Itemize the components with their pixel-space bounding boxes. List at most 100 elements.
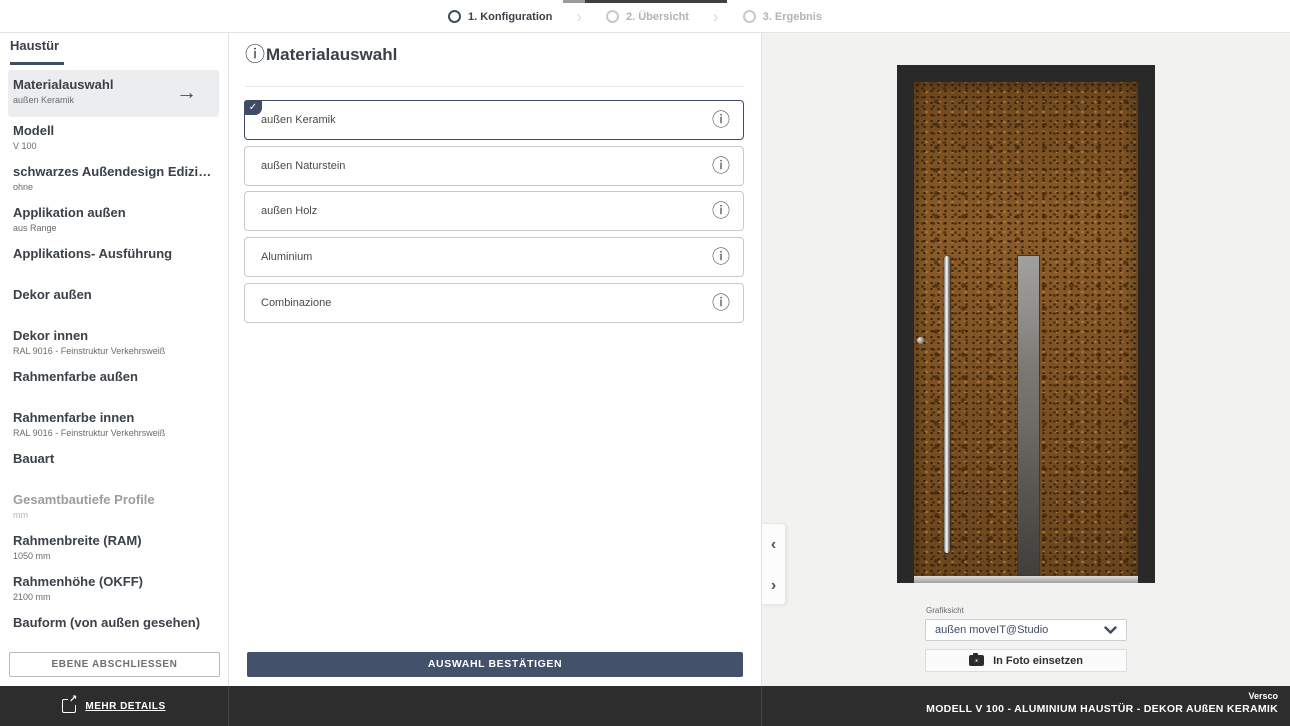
sidebar-item-bauform[interactable]: Bauform (von außen gesehen): [0, 609, 227, 650]
sidebar-item-subtitle: RAL 9016 - Feinstruktur Verkehrsweiß: [13, 428, 217, 438]
option-aussen-keramik[interactable]: ✓ außen Keramik ⓘ: [244, 100, 744, 140]
option-label: Combinazione: [261, 284, 331, 322]
sidebar-item-rahmenhoehe[interactable]: Rahmenhöhe (OKFF) 2100 mm: [0, 568, 227, 609]
material-selection-panel: ⓘ Materialauswahl ✓ außen Keramik ⓘ auße…: [229, 33, 762, 686]
sidebar-item-subtitle: aus Range: [13, 223, 217, 233]
sidebar-item-modell[interactable]: Modell V 100: [0, 117, 227, 158]
door-leaf-rust-surface: [914, 82, 1138, 583]
chevron-right-icon[interactable]: ›: [762, 565, 785, 606]
close-level-button[interactable]: EBENE ABSCHLIESSEN: [9, 652, 220, 677]
step-circle-icon: [606, 10, 619, 23]
sidebar-item-subtitle: mm: [13, 510, 217, 520]
door-lock-pin: [917, 337, 924, 344]
sidebar-item-aussendesign[interactable]: schwarzes Außendesign Edizione N... ohne: [0, 158, 227, 199]
step-label: 1. Konfiguration: [468, 11, 552, 23]
sidebar-item-rahmenfarbe-aussen[interactable]: Rahmenfarbe außen: [0, 363, 227, 404]
insert-into-photo-button[interactable]: In Foto einsetzen: [925, 649, 1127, 672]
info-icon[interactable]: ⓘ: [712, 248, 730, 266]
door-handle-bar: [944, 256, 950, 553]
config-sidebar: Haustür Materialauswahl außen Keramik → …: [0, 33, 229, 686]
bottom-bar-spacer: [229, 686, 762, 726]
option-aussen-holz[interactable]: außen Holz ⓘ: [244, 191, 744, 231]
option-label: außen Holz: [261, 192, 317, 230]
wizard-step-konfiguration[interactable]: 1. Konfiguration: [448, 10, 552, 23]
sidebar-item-title: Applikation außen: [13, 205, 217, 220]
sidebar-item-subtitle: ohne: [13, 182, 217, 192]
sidebar-item-gesamtbautiefe: Gesamtbautiefe Profile mm: [0, 486, 227, 527]
sidebar-item-title: Modell: [13, 123, 217, 138]
sidebar-item-applikation-aussen[interactable]: Applikation außen aus Range: [0, 199, 227, 240]
sidebar-item-title: Rahmenhöhe (OKFF): [13, 574, 217, 589]
sidebar-item-dekor-aussen[interactable]: Dekor außen: [0, 281, 227, 322]
door-preview-image: [897, 65, 1155, 583]
sidebar-item-bauart[interactable]: Bauart: [0, 445, 227, 486]
sidebar-item-subtitle: V 100: [13, 141, 217, 151]
divider: [245, 86, 744, 87]
step-separator-chevron-icon: ›: [576, 7, 582, 27]
tab-underline: [10, 62, 64, 65]
tab-haustuer[interactable]: Haustür: [10, 38, 59, 53]
step-circle-icon: [743, 10, 756, 23]
more-details-button[interactable]: MEHR DETAILS: [0, 686, 229, 726]
external-link-icon: [62, 699, 76, 713]
panel-collapse-control: ‹ ›: [762, 523, 786, 605]
chevron-down-icon: [1104, 626, 1117, 635]
check-icon: ✓: [244, 100, 262, 115]
sidebar-item-title: Bauform (von außen gesehen): [13, 615, 217, 630]
sidebar-item-title: Bauart: [13, 451, 217, 466]
bottom-bar: MEHR DETAILS Versco MODELL V 100 - ALUMI…: [0, 686, 1290, 726]
sidebar-item-applikations-ausfuehrung[interactable]: Applikations- Ausführung: [0, 240, 227, 281]
option-aluminium[interactable]: Aluminium ⓘ: [244, 237, 744, 277]
door-preview-panel: ‹ › Grafiksicht außen moveIT@Studio In F…: [762, 33, 1290, 686]
sidebar-item-title: Applikations- Ausführung: [13, 246, 217, 261]
door-glass-strip: [1017, 255, 1040, 576]
sidebar-item-title: Dekor außen: [13, 287, 217, 302]
info-icon[interactable]: ⓘ: [712, 202, 730, 220]
sidebar-item-subtitle: 2100 mm: [13, 592, 217, 602]
door-sill: [914, 576, 1138, 583]
sidebar-item-title: schwarzes Außendesign Edizione N...: [13, 164, 217, 179]
sidebar-item-dekor-innen[interactable]: Dekor innen RAL 9016 - Feinstruktur Verk…: [0, 322, 227, 363]
option-aussen-naturstein[interactable]: außen Naturstein ⓘ: [244, 146, 744, 186]
info-icon[interactable]: ⓘ: [245, 45, 265, 65]
sidebar-item-rahmenbreite[interactable]: Rahmenbreite (RAM) 1050 mm: [0, 527, 227, 568]
sidebar-item-title: Rahmenfarbe innen: [13, 410, 217, 425]
step-separator-chevron-icon: ›: [713, 7, 719, 27]
more-details-label: MEHR DETAILS: [85, 701, 165, 712]
confirm-selection-button[interactable]: AUSWAHL BESTÄTIGEN: [247, 652, 743, 677]
sidebar-item-rahmenfarbe-innen[interactable]: Rahmenfarbe innen RAL 9016 - Feinstruktu…: [0, 404, 227, 445]
step-label: 2. Übersicht: [626, 11, 689, 23]
grafiksicht-label: Grafiksicht: [926, 606, 964, 615]
option-label: Aluminium: [261, 238, 312, 276]
sidebar-item-title: Rahmenbreite (RAM): [13, 533, 217, 548]
model-description: MODELL V 100 - ALUMINIUM HAUSTÜR - DEKOR…: [762, 703, 1278, 715]
model-summary: Versco MODELL V 100 - ALUMINIUM HAUSTÜR …: [762, 686, 1290, 726]
option-label: außen Keramik: [261, 101, 336, 139]
step-label: 3. Ergebnis: [763, 11, 822, 23]
view-select-value: außen moveIT@Studio: [935, 624, 1048, 636]
wizard-step-uebersicht[interactable]: 2. Übersicht: [606, 10, 689, 23]
sidebar-item-materialauswahl[interactable]: Materialauswahl außen Keramik →: [8, 70, 219, 117]
info-icon[interactable]: ⓘ: [712, 294, 730, 312]
chevron-left-icon[interactable]: ‹: [762, 524, 785, 565]
insert-photo-label: In Foto einsetzen: [993, 655, 1083, 667]
step-circle-icon: [448, 10, 461, 23]
sidebar-item-subtitle: 1050 mm: [13, 551, 217, 561]
sidebar-item-list: Materialauswahl außen Keramik → Modell V…: [0, 70, 227, 650]
sidebar-item-subtitle: RAL 9016 - Feinstruktur Verkehrsweiß: [13, 346, 217, 356]
wizard-steps: 1. Konfiguration › 2. Übersicht › 3. Erg…: [448, 0, 822, 33]
info-icon[interactable]: ⓘ: [712, 157, 730, 175]
sidebar-item-title: Gesamtbautiefe Profile: [13, 492, 217, 507]
camera-icon: [969, 655, 984, 666]
brand-label: Versco: [762, 691, 1278, 701]
wizard-step-ergebnis[interactable]: 3. Ergebnis: [743, 10, 822, 23]
panel-title: Materialauswahl: [266, 45, 397, 65]
view-select-dropdown[interactable]: außen moveIT@Studio: [925, 619, 1127, 641]
option-label: außen Naturstein: [261, 147, 345, 185]
sidebar-item-title: Rahmenfarbe außen: [13, 369, 217, 384]
info-icon[interactable]: ⓘ: [712, 111, 730, 129]
arrow-right-icon: →: [176, 82, 197, 103]
sidebar-item-title: Dekor innen: [13, 328, 217, 343]
option-combinazione[interactable]: Combinazione ⓘ: [244, 283, 744, 323]
top-bar: 1. Konfiguration › 2. Übersicht › 3. Erg…: [0, 0, 1290, 33]
